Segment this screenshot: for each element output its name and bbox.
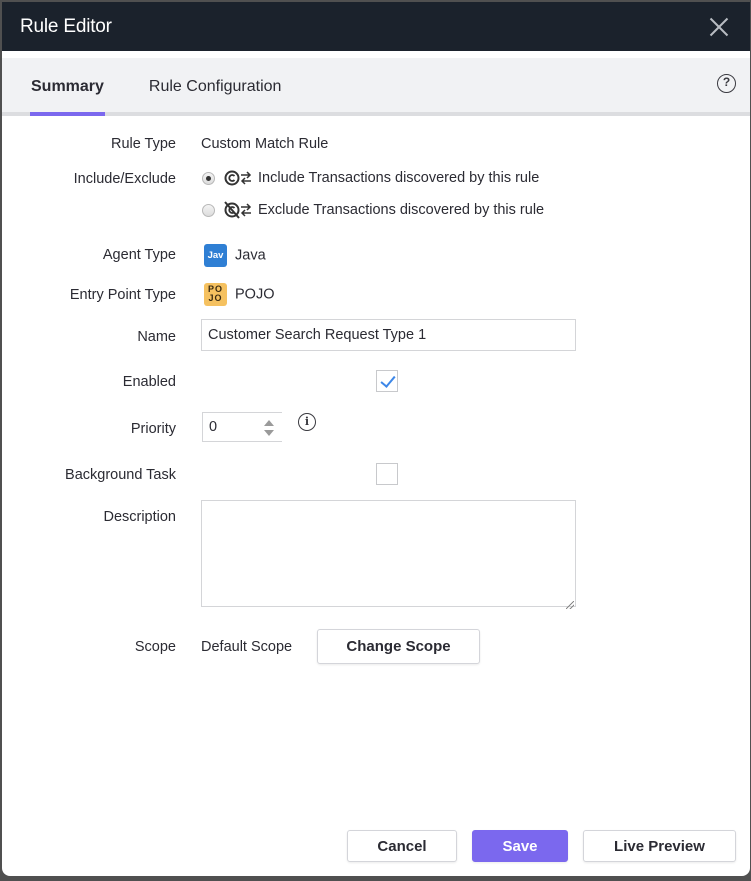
exclude-radio[interactable] [202, 203, 215, 217]
exclude-option[interactable]: Exclude Transactions discovered by this … [202, 199, 544, 221]
decrement-icon[interactable] [264, 430, 274, 436]
rule-type-row: Rule Type Custom Match Rule [2, 136, 328, 152]
tab-rule-configuration[interactable]: Rule Configuration [149, 78, 282, 112]
title-bar: Rule Editor [2, 2, 750, 51]
description-textarea[interactable] [201, 500, 576, 607]
pojo-icon: PO JO [204, 283, 227, 306]
entry-point-type-value: POJO [235, 286, 275, 303]
include-exclude-row: Include/Exclude Include Transactions dis… [2, 170, 544, 219]
description-label: Description [103, 509, 176, 525]
live-preview-button[interactable]: Live Preview [583, 830, 736, 862]
enabled-checkbox[interactable] [376, 370, 398, 392]
background-task-label: Background Task [65, 467, 176, 483]
save-button[interactable]: Save [472, 830, 568, 862]
name-row: Name [2, 319, 576, 351]
priority-label: Priority [130, 421, 176, 437]
agent-type-row: Agent Type Jav Java [2, 244, 266, 267]
include-transactions-icon [224, 170, 252, 186]
info-icon[interactable]: i [298, 413, 316, 431]
background-task-checkbox[interactable] [376, 463, 398, 485]
priority-field: 0 i [202, 412, 316, 442]
entry-point-type-value-group: PO JO POJO [204, 283, 274, 306]
increment-icon[interactable] [264, 420, 274, 426]
agent-type-value: Java [235, 247, 266, 264]
scope-value: Default Scope [201, 639, 293, 655]
background-task-row: Background Task [2, 463, 398, 489]
rule-editor-dialog: Rule Editor Summary Rule Configuration ?… [2, 2, 750, 876]
agent-type-label: Agent Type [102, 247, 176, 263]
include-option[interactable]: Include Transactions discovered by this … [202, 167, 544, 189]
rule-type-value: Custom Match Rule [201, 136, 329, 152]
pojo-icon-bottom: JO [208, 293, 223, 303]
enabled-row: Enabled [2, 370, 398, 396]
enabled-label: Enabled [122, 374, 176, 390]
rule-type-label: Rule Type [110, 136, 176, 152]
exclude-option-label: Exclude Transactions discovered by this … [258, 202, 545, 218]
description-wrapper [201, 500, 576, 611]
include-radio[interactable] [202, 171, 215, 185]
priority-row: Priority 0 i [2, 412, 316, 442]
dialog-title: Rule Editor [20, 15, 112, 37]
change-scope-button[interactable]: Change Scope [317, 629, 480, 664]
include-exclude-label: Include/Exclude [73, 171, 176, 187]
name-input[interactable] [201, 319, 576, 351]
entry-point-type-row: Entry Point Type PO JO POJO [2, 283, 274, 306]
scope-label: Scope [134, 639, 176, 655]
entry-point-type-label: Entry Point Type [69, 287, 176, 303]
tab-summary[interactable]: Summary [30, 78, 105, 116]
include-exclude-options: Include Transactions discovered by this … [202, 167, 544, 221]
name-label: Name [137, 329, 176, 345]
priority-stepper[interactable]: 0 [202, 412, 282, 442]
help-icon[interactable]: ? [717, 74, 736, 93]
close-icon[interactable] [708, 16, 730, 38]
exclude-transactions-icon [224, 201, 252, 219]
java-icon: Jav [204, 244, 227, 267]
priority-value: 0 [209, 419, 218, 435]
description-row: Description [2, 500, 576, 609]
agent-type-value-group: Jav Java [204, 244, 266, 267]
scope-row: Scope Default Scope Change Scope [2, 629, 480, 664]
cancel-button[interactable]: Cancel [347, 830, 457, 862]
include-option-label: Include Transactions discovered by this … [258, 170, 540, 186]
tab-bar: Summary Rule Configuration ? [2, 58, 750, 116]
resize-handle[interactable] [566, 601, 574, 609]
priority-spinner[interactable] [264, 420, 274, 436]
